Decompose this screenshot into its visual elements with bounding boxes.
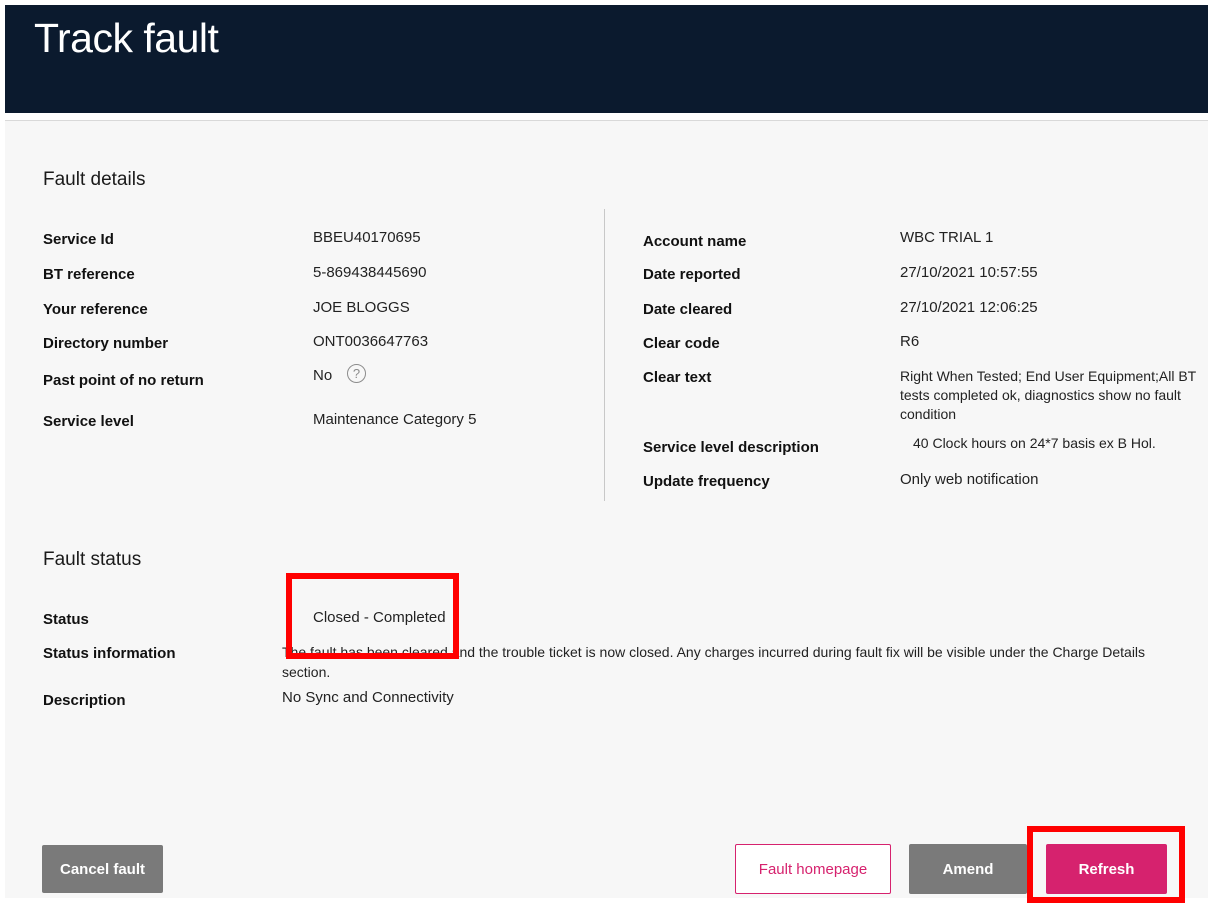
detail-label: Past point of no return	[43, 372, 204, 389]
status-information-value: The fault has been cleared and the troub…	[282, 644, 1146, 680]
status-value: Closed - Completed	[313, 609, 446, 626]
detail-label: Service level	[43, 413, 134, 430]
fault-homepage-button[interactable]: Fault homepage	[735, 844, 891, 894]
detail-label: Service level description	[643, 439, 819, 456]
detail-label: Update frequency	[643, 473, 770, 490]
page-header: Track fault	[5, 5, 1208, 113]
detail-value: 40 Clock hours on 24*7 basis ex B Hol.	[913, 435, 1156, 451]
status-information-label: Status information	[43, 645, 176, 662]
cancel-fault-button[interactable]: Cancel fault	[42, 845, 163, 893]
status-label: Status	[43, 611, 89, 628]
detail-value: 27/10/2021 10:57:55	[900, 264, 1038, 281]
column-divider	[604, 209, 605, 501]
detail-value: WBC TRIAL 1	[900, 229, 994, 246]
detail-value: 27/10/2021 12:06:25	[900, 299, 1038, 316]
detail-value: BBEU40170695	[313, 229, 421, 246]
detail-label: Date cleared	[643, 301, 733, 318]
detail-label: Account name	[643, 233, 747, 250]
detail-value: Maintenance Category 5	[313, 411, 477, 428]
detail-value: 5-869438445690	[313, 264, 427, 281]
refresh-button[interactable]: Refresh	[1046, 844, 1167, 894]
detail-label: Your reference	[43, 301, 148, 318]
detail-label: Clear code	[643, 335, 720, 352]
detail-value: ONT0036647763	[313, 333, 429, 350]
clear-text-value: Right When Tested; End User Equipment;Al…	[900, 368, 1196, 422]
detail-value: JOE BLOGGS	[313, 299, 410, 316]
detail-label: Date reported	[643, 266, 741, 283]
fault-status-heading: Fault status	[43, 549, 142, 570]
detail-value: R6	[900, 333, 920, 350]
detail-value: No	[313, 367, 333, 384]
main-content: Fault details Service Id BBEU40170695 BT…	[5, 120, 1208, 903]
amend-button[interactable]: Amend	[909, 844, 1027, 894]
detail-value: Only web notification	[900, 471, 1039, 488]
detail-label: Service Id	[43, 231, 114, 248]
fault-details-heading: Fault details	[43, 169, 146, 190]
question-circle-icon[interactable]: ?	[347, 364, 366, 383]
description-label: Description	[43, 692, 126, 709]
detail-label: BT reference	[43, 266, 135, 283]
detail-label: Directory number	[43, 335, 169, 352]
page-title: Track fault	[34, 15, 219, 61]
detail-label: Clear text	[643, 369, 712, 386]
description-value: No Sync and Connectivity	[282, 689, 454, 706]
